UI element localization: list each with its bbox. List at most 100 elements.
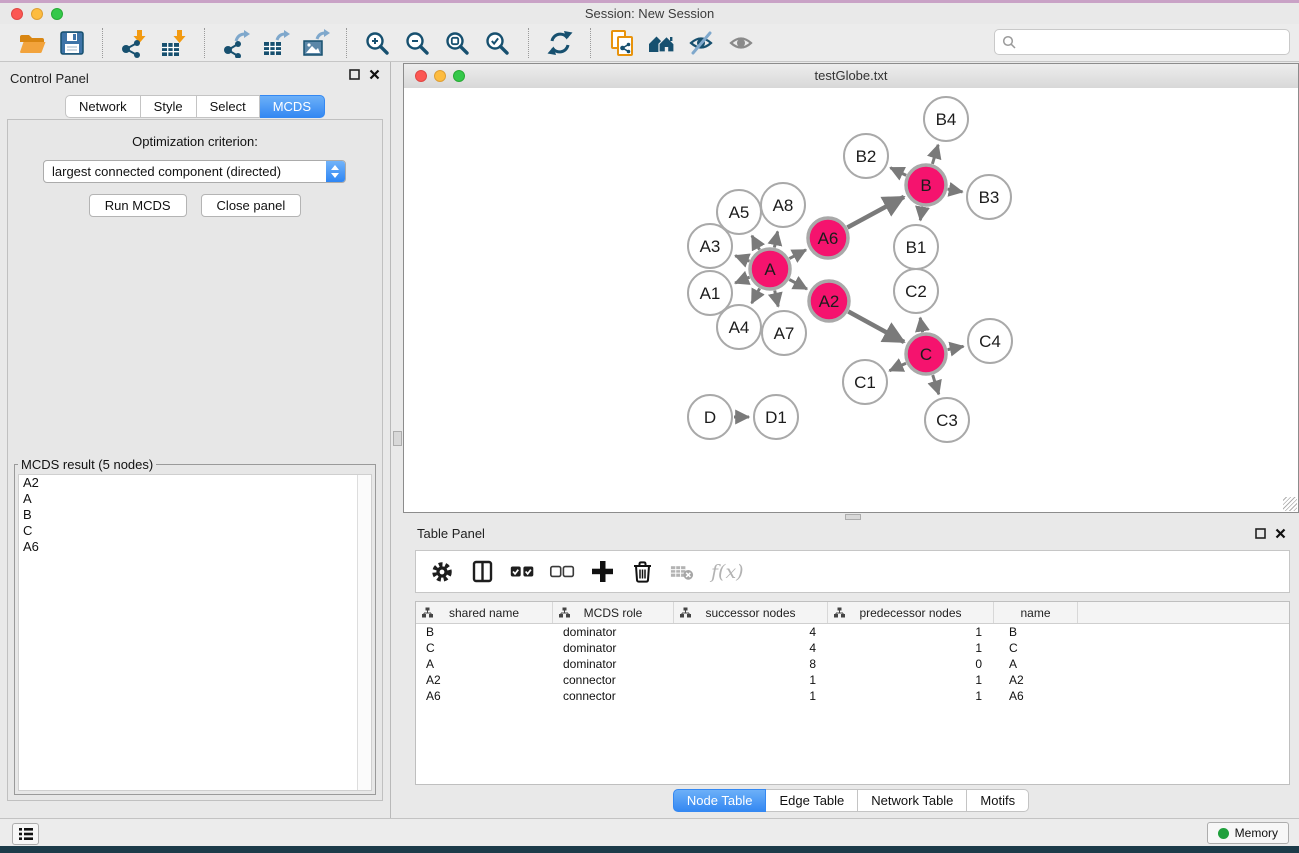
table-row[interactable]: B dominator 4 1 B: [416, 624, 1289, 640]
network-canvas[interactable]: AA1A2A3A4A5A6A7A8BB1B2B3B4CC1C2C3C4DD1: [404, 88, 1298, 512]
cell-name[interactable]: A6: [994, 689, 1078, 703]
close-panel-icon[interactable]: [369, 69, 380, 80]
tab-motifs[interactable]: Motifs: [967, 789, 1029, 812]
cell-name[interactable]: C: [994, 641, 1078, 655]
table-row[interactable]: A2 connector 1 1 A2: [416, 672, 1289, 688]
close-network-window-button[interactable]: [415, 70, 427, 82]
close-panel-button[interactable]: Close panel: [201, 194, 302, 217]
column-sizing-icon[interactable]: [469, 558, 496, 585]
tab-select[interactable]: Select: [197, 95, 260, 118]
cell-successor-nodes[interactable]: 1: [674, 673, 828, 687]
network-from-selection-icon[interactable]: [606, 27, 638, 59]
cell-predecessor-nodes[interactable]: 1: [828, 673, 994, 687]
gear-icon[interactable]: [429, 558, 456, 585]
run-mcds-button[interactable]: Run MCDS: [89, 194, 187, 217]
graph-edge[interactable]: [932, 145, 938, 164]
export-table-icon[interactable]: [260, 27, 292, 59]
graph-edge[interactable]: [735, 256, 749, 261]
open-session-icon[interactable]: [16, 27, 48, 59]
export-network-icon[interactable]: [220, 27, 252, 59]
split-divider-handle-vertical[interactable]: [393, 431, 402, 446]
minimize-network-window-button[interactable]: [434, 70, 446, 82]
float-panel-icon[interactable]: [349, 69, 360, 80]
cell-mcds-role[interactable]: connector: [553, 673, 674, 687]
table-row[interactable]: C dominator 4 1 C: [416, 640, 1289, 656]
table-row[interactable]: A6 connector 1 1 A6: [416, 688, 1289, 704]
tab-node-table[interactable]: Node Table: [673, 789, 767, 812]
cell-mcds-role[interactable]: connector: [553, 689, 674, 703]
cell-name[interactable]: A: [994, 657, 1078, 671]
tab-mcds[interactable]: MCDS: [260, 95, 325, 118]
cell-name[interactable]: B: [994, 625, 1078, 639]
cell-shared-name[interactable]: A6: [416, 689, 553, 703]
float-panel-icon[interactable]: [1255, 528, 1266, 539]
graph-edge[interactable]: [775, 291, 779, 307]
select-all-columns-icon[interactable]: [509, 558, 536, 585]
close-panel-icon[interactable]: [1275, 528, 1286, 539]
cell-mcds-role[interactable]: dominator: [553, 657, 674, 671]
unselect-all-columns-icon[interactable]: [549, 558, 576, 585]
search-field[interactable]: [994, 29, 1290, 55]
graph-edge[interactable]: [735, 277, 750, 283]
search-input[interactable]: [1021, 34, 1282, 50]
task-history-button[interactable]: [12, 823, 39, 845]
tab-style[interactable]: Style: [141, 95, 197, 118]
delete-columns-icon[interactable]: [629, 558, 656, 585]
memory-button[interactable]: Memory: [1207, 822, 1289, 844]
resize-grip-icon[interactable]: [1283, 497, 1297, 511]
scrollbar[interactable]: [357, 475, 371, 790]
list-item[interactable]: C: [19, 523, 371, 539]
list-item[interactable]: A: [19, 491, 371, 507]
graph-edge[interactable]: [948, 189, 963, 192]
network-graph[interactable]: AA1A2A3A4A5A6A7A8BB1B2B3B4CC1C2C3C4DD1: [404, 88, 1298, 512]
column-header-mcds-role[interactable]: MCDS role: [553, 602, 674, 623]
list-item[interactable]: B: [19, 507, 371, 523]
cell-successor-nodes[interactable]: 8: [674, 657, 828, 671]
cell-shared-name[interactable]: A2: [416, 673, 553, 687]
tab-network[interactable]: Network: [65, 95, 141, 118]
column-header-predecessor-nodes[interactable]: predecessor nodes: [828, 602, 994, 623]
zoom-selected-icon[interactable]: [482, 27, 514, 59]
cell-shared-name[interactable]: A: [416, 657, 553, 671]
zoom-fit-icon[interactable]: [442, 27, 474, 59]
add-column-icon[interactable]: [589, 558, 616, 585]
tab-network-table[interactable]: Network Table: [858, 789, 967, 812]
graph-edge[interactable]: [774, 232, 777, 248]
graph-edge[interactable]: [948, 346, 964, 349]
cell-successor-nodes[interactable]: 1: [674, 689, 828, 703]
cell-successor-nodes[interactable]: 4: [674, 625, 828, 639]
graph-edge[interactable]: [890, 363, 907, 371]
graph-edge[interactable]: [847, 197, 904, 228]
mcds-result-list[interactable]: A2 A B C A6: [18, 474, 372, 791]
graph-edge[interactable]: [789, 250, 806, 259]
graph-edge[interactable]: [890, 168, 906, 176]
cell-shared-name[interactable]: C: [416, 641, 553, 655]
cell-predecessor-nodes[interactable]: 1: [828, 689, 994, 703]
export-image-icon[interactable]: [300, 27, 332, 59]
cell-name[interactable]: A2: [994, 673, 1078, 687]
home-icon[interactable]: [646, 27, 678, 59]
cell-predecessor-nodes[interactable]: 0: [828, 657, 994, 671]
cell-predecessor-nodes[interactable]: 1: [828, 625, 994, 639]
import-table-icon[interactable]: [158, 27, 190, 59]
cell-successor-nodes[interactable]: 4: [674, 641, 828, 655]
graph-edge[interactable]: [789, 280, 807, 290]
refresh-layout-icon[interactable]: [544, 27, 576, 59]
graph-edge[interactable]: [848, 312, 904, 343]
hide-selected-icon[interactable]: [686, 27, 718, 59]
network-window-titlebar[interactable]: testGlobe.txt: [404, 64, 1298, 89]
cell-mcds-role[interactable]: dominator: [553, 625, 674, 639]
cell-shared-name[interactable]: B: [416, 625, 553, 639]
show-all-icon[interactable]: [726, 27, 758, 59]
zoom-in-icon[interactable]: [362, 27, 394, 59]
table-row[interactable]: A dominator 8 0 A: [416, 656, 1289, 672]
criterion-select[interactable]: largest connected component (directed): [43, 160, 346, 183]
graph-edge[interactable]: [933, 375, 939, 394]
column-header-name[interactable]: name: [994, 602, 1078, 623]
cell-mcds-role[interactable]: dominator: [553, 641, 674, 655]
list-item[interactable]: A6: [19, 539, 371, 555]
graph-edge[interactable]: [920, 318, 922, 333]
graph-edge[interactable]: [752, 288, 760, 303]
tab-edge-table[interactable]: Edge Table: [766, 789, 858, 812]
graph-edge[interactable]: [920, 207, 922, 221]
